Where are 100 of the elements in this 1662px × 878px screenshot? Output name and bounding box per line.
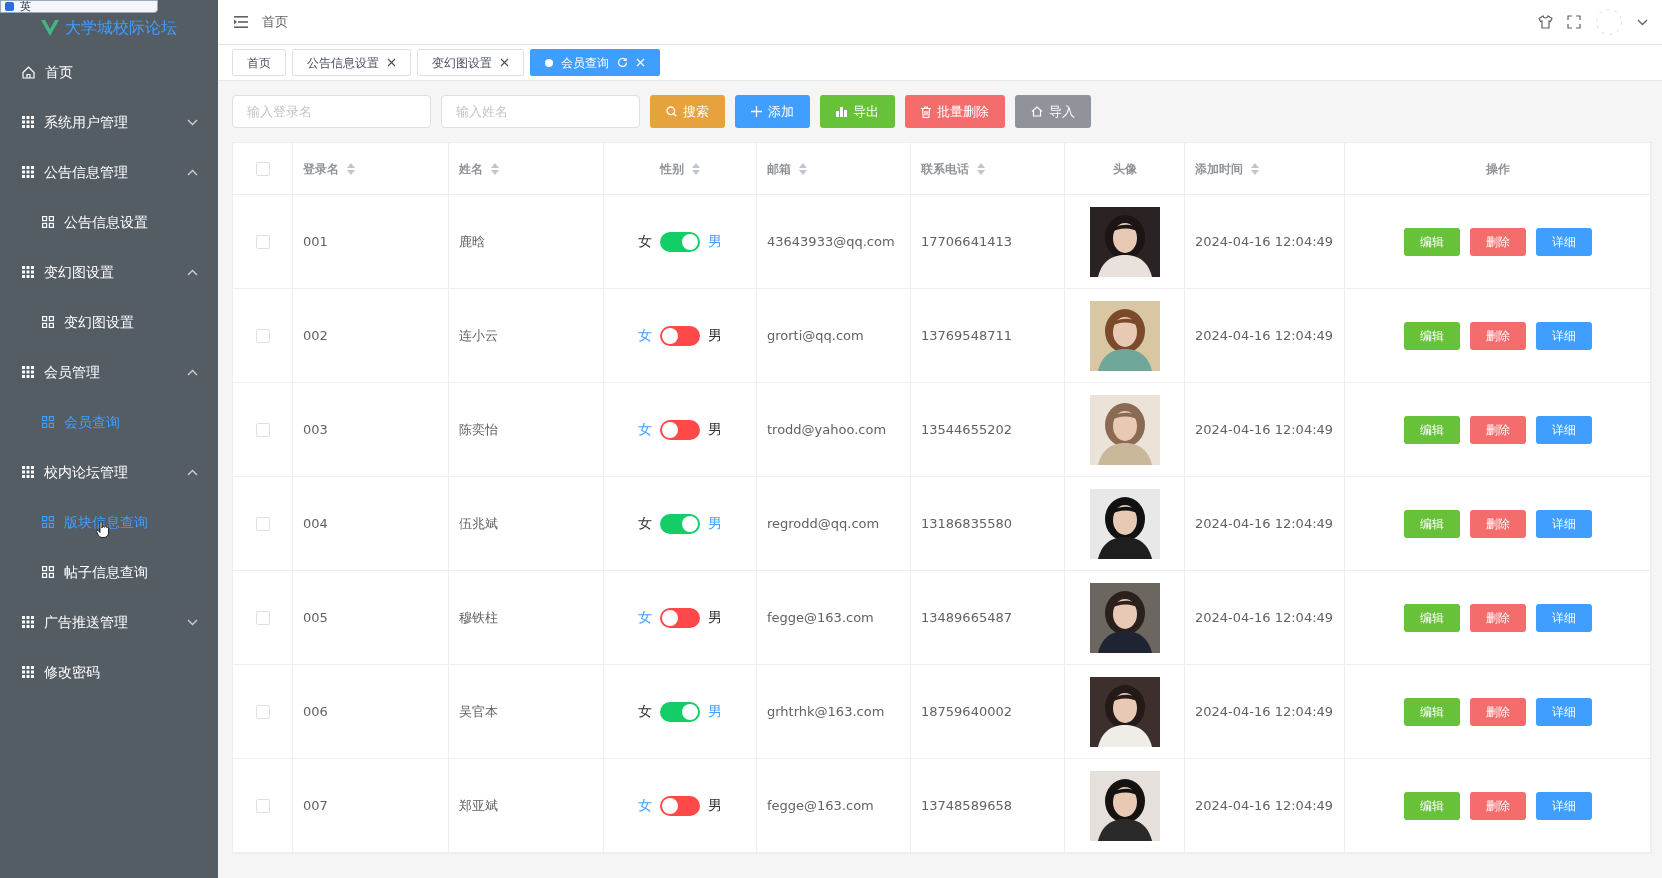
detail-button[interactable]: 详细 bbox=[1535, 509, 1592, 538]
sidebar-item[interactable]: 修改密码 bbox=[0, 647, 218, 697]
edit-button[interactable]: 编辑 bbox=[1403, 321, 1460, 350]
edit-button[interactable]: 编辑 bbox=[1403, 697, 1460, 726]
delete-button[interactable]: 删除 bbox=[1469, 415, 1526, 444]
gender-switch[interactable] bbox=[660, 607, 700, 628]
detail-button[interactable]: 详细 bbox=[1535, 697, 1592, 726]
row-checkbox[interactable] bbox=[255, 798, 270, 813]
add-button[interactable]: 添加 bbox=[735, 95, 810, 128]
ime-toolbar[interactable]: 英 bbox=[0, 0, 158, 13]
table-cell-text: 18759640002 bbox=[921, 702, 1012, 721]
gender-label[interactable]: 女 bbox=[638, 419, 652, 440]
delete-button[interactable]: 删除 bbox=[1469, 321, 1526, 350]
caret-icon bbox=[1637, 18, 1648, 26]
detail-button[interactable]: 详细 bbox=[1535, 603, 1592, 632]
gender-label[interactable]: 女 bbox=[638, 513, 652, 534]
column-header[interactable]: 操作 bbox=[1485, 159, 1510, 178]
search-button[interactable]: 搜索 bbox=[650, 95, 725, 128]
logo-icon bbox=[41, 19, 59, 36]
gender-label[interactable]: 男 bbox=[708, 325, 722, 346]
tab[interactable]: 变幻图设置 bbox=[417, 49, 524, 76]
gender-switch[interactable] bbox=[660, 513, 700, 534]
table-cell-text: regrodd@qq.com bbox=[767, 514, 880, 533]
delete-button[interactable]: 删除 bbox=[1469, 509, 1526, 538]
sidebar-subitem[interactable]: 会员查询 bbox=[0, 397, 218, 447]
sidebar-item[interactable]: 公告信息管理 bbox=[0, 147, 218, 197]
delete-button[interactable]: 批量删除 bbox=[905, 95, 1005, 128]
sidebar-item[interactable]: 首页 bbox=[0, 47, 218, 97]
edit-button[interactable]: 编辑 bbox=[1403, 791, 1460, 820]
delete-button[interactable]: 删除 bbox=[1469, 697, 1526, 726]
tab[interactable]: 公告信息设置 bbox=[292, 49, 411, 76]
gender-label[interactable]: 男 bbox=[708, 701, 722, 722]
gender-label[interactable]: 女 bbox=[638, 795, 652, 816]
sidebar-subitem[interactable]: 公告信息设置 bbox=[0, 197, 218, 247]
gender-switch[interactable] bbox=[660, 231, 700, 252]
sidebar-subitem[interactable]: 变幻图设置 bbox=[0, 297, 218, 347]
gender-switch[interactable] bbox=[660, 701, 700, 722]
row-checkbox[interactable] bbox=[255, 422, 270, 437]
sidebar-item[interactable]: 校内论坛管理 bbox=[0, 447, 218, 497]
column-header[interactable]: 登录名 bbox=[303, 159, 339, 178]
delete-button[interactable]: 删除 bbox=[1469, 603, 1526, 632]
breadcrumb[interactable]: 首页 bbox=[262, 12, 288, 32]
row-checkbox[interactable] bbox=[255, 234, 270, 249]
search-field[interactable]: 输入姓名 bbox=[441, 95, 640, 128]
column-header[interactable]: 性别 bbox=[660, 159, 684, 178]
sidebar-item[interactable]: 变幻图设置 bbox=[0, 247, 218, 297]
edit-button[interactable]: 编辑 bbox=[1403, 509, 1460, 538]
delete-button[interactable]: 删除 bbox=[1469, 227, 1526, 256]
import-button[interactable]: 导入 bbox=[1015, 95, 1091, 128]
edit-button[interactable]: 编辑 bbox=[1403, 227, 1460, 256]
gender-switch[interactable] bbox=[660, 419, 700, 440]
detail-button[interactable]: 详细 bbox=[1535, 415, 1592, 444]
search-field[interactable]: 输入登录名 bbox=[232, 95, 431, 128]
tab[interactable]: 首页 bbox=[232, 49, 286, 76]
sidebar-subitem[interactable]: 帖子信息查询 bbox=[0, 547, 218, 597]
gender-label[interactable]: 男 bbox=[708, 795, 722, 816]
gender-label[interactable]: 男 bbox=[708, 231, 722, 252]
table-cell-text: 吴官本 bbox=[459, 702, 498, 721]
table-cell-text: 2024-04-16 12:04:49 bbox=[1195, 796, 1334, 815]
gender-label[interactable]: 男 bbox=[708, 607, 722, 628]
tab[interactable]: 会员查询 bbox=[530, 49, 660, 76]
table-cell-text: 004 bbox=[303, 514, 328, 533]
delete-button[interactable]: 删除 bbox=[1469, 791, 1526, 820]
shirt-icon bbox=[1538, 15, 1553, 29]
app-title: 大学城校际论坛 bbox=[65, 16, 177, 39]
detail-button[interactable]: 详细 bbox=[1535, 791, 1592, 820]
column-header[interactable]: 添加时间 bbox=[1195, 159, 1243, 178]
row-checkbox[interactable] bbox=[255, 328, 270, 343]
gender-label[interactable]: 女 bbox=[638, 701, 652, 722]
edit-button[interactable]: 编辑 bbox=[1403, 415, 1460, 444]
table-cell-text: 2024-04-16 12:04:49 bbox=[1195, 608, 1334, 627]
row-checkbox[interactable] bbox=[255, 610, 270, 625]
gender-label[interactable]: 女 bbox=[638, 231, 652, 252]
apps-icon bbox=[42, 316, 54, 328]
edit-button[interactable]: 编辑 bbox=[1403, 603, 1460, 632]
column-header[interactable]: 姓名 bbox=[459, 159, 483, 178]
row-checkbox[interactable] bbox=[255, 516, 270, 531]
gender-switch[interactable] bbox=[660, 325, 700, 346]
gender-switch[interactable] bbox=[660, 795, 700, 816]
row-checkbox[interactable] bbox=[255, 704, 270, 719]
sidebar-item[interactable]: 系统用户管理 bbox=[0, 97, 218, 147]
gender-label[interactable]: 女 bbox=[638, 607, 652, 628]
column-header[interactable]: 头像 bbox=[1112, 159, 1137, 178]
gender-label[interactable]: 男 bbox=[708, 419, 722, 440]
export-button[interactable]: 导出 bbox=[820, 95, 895, 128]
gender-label[interactable]: 女 bbox=[638, 325, 652, 346]
trash-icon bbox=[921, 105, 931, 118]
detail-button[interactable]: 详细 bbox=[1535, 321, 1592, 350]
sidebar-item[interactable]: 会员管理 bbox=[0, 347, 218, 397]
column-header[interactable]: 联系电话 bbox=[921, 159, 969, 178]
column-header[interactable]: 邮箱 bbox=[767, 159, 791, 178]
detail-button[interactable]: 详细 bbox=[1535, 227, 1592, 256]
table-cell-text: 2024-04-16 12:04:49 bbox=[1195, 420, 1334, 439]
table-cell-text: 002 bbox=[303, 326, 328, 345]
select-all-checkbox[interactable] bbox=[255, 161, 270, 176]
sidebar-item[interactable]: 广告推送管理 bbox=[0, 597, 218, 647]
table-cell-text: 郑亚斌 bbox=[459, 796, 498, 815]
gender-label[interactable]: 男 bbox=[708, 513, 722, 534]
table-cell-text: 穆铁柱 bbox=[459, 608, 498, 627]
table-cell-text: 13186835580 bbox=[921, 514, 1012, 533]
